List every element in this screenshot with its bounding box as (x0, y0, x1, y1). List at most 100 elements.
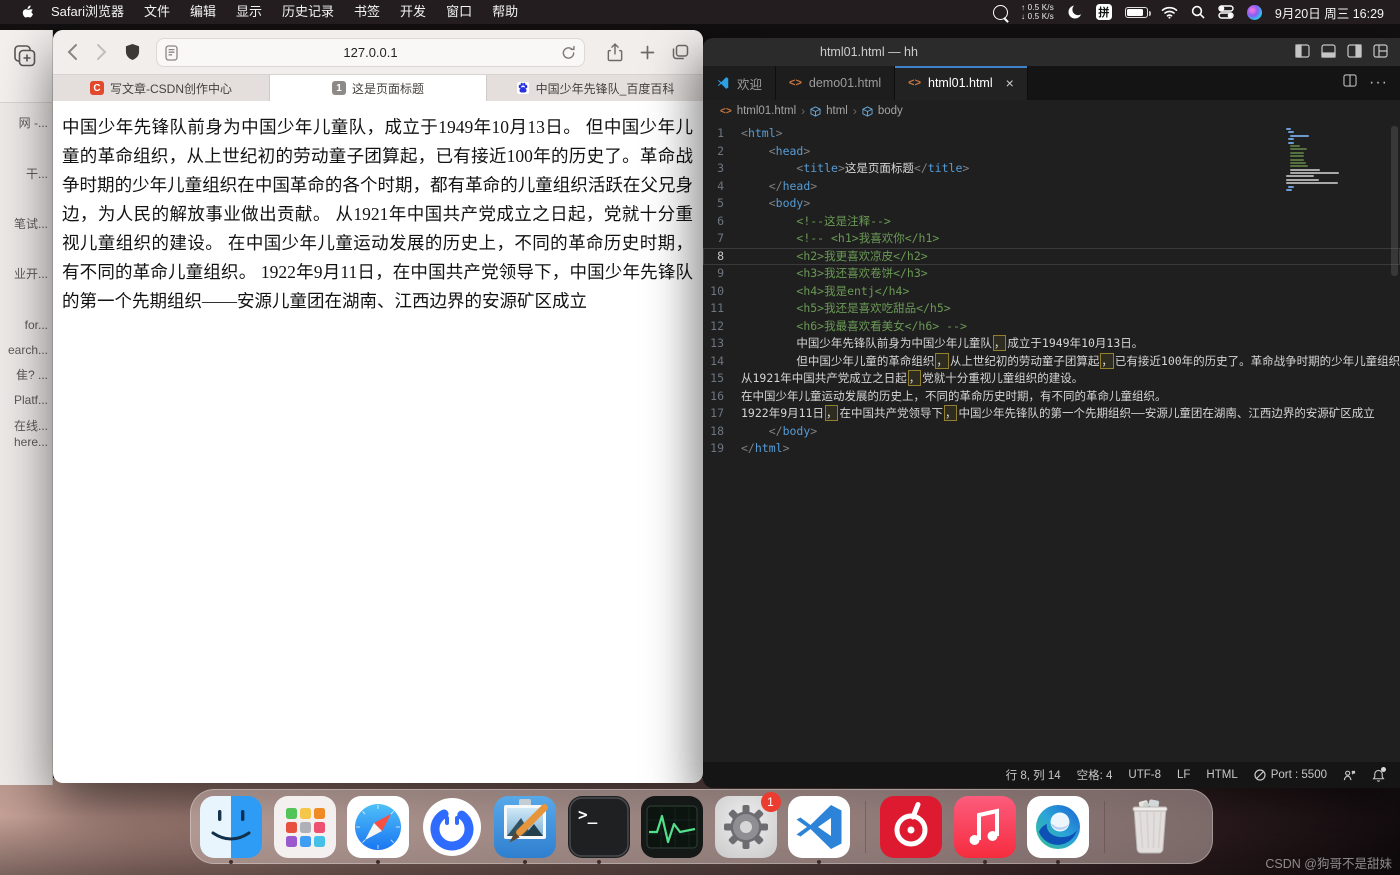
code-line[interactable]: 16 在中国少年儿童运动发展的历史上，不同的革命历史时期，有不同的革命儿童组织。 (703, 388, 1400, 406)
network-speed[interactable]: ↑ 0.5 K/s ↓ 0.5 K/s (1021, 3, 1054, 21)
code-line[interactable]: 10 <h4>我是entj</h4> (703, 283, 1400, 301)
siri-icon[interactable] (1246, 4, 1262, 20)
close-tab-icon[interactable]: × (1006, 75, 1014, 91)
code-line[interactable]: 9 <h3>我还喜欢卷饼</h3> (703, 265, 1400, 283)
share-icon[interactable] (607, 42, 623, 62)
tab-csdn[interactable]: C 写文章-CSDN创作中心 (53, 75, 270, 101)
background-list-item[interactable]: Platf... (14, 392, 48, 408)
background-list-item[interactable]: earch... (8, 342, 48, 358)
menu-bar-clock[interactable]: 9月20日 周三 16:29 (1275, 3, 1384, 22)
tab-overview-icon[interactable] (672, 43, 689, 62)
battery-icon[interactable] (1124, 6, 1151, 18)
line-number: 12 (710, 318, 724, 333)
code-line[interactable]: 14 但中国少年儿童的革命组织，从上世纪初的劳动童子团算起，已有接近100年的历… (703, 352, 1400, 371)
menu-item[interactable]: 帮助 (482, 0, 528, 24)
back-button[interactable] (67, 43, 78, 61)
input-method-icon[interactable]: 拼 (1095, 4, 1112, 20)
new-tab-group-icon[interactable] (12, 43, 38, 74)
menu-item[interactable]: 历史记录 (272, 0, 344, 24)
vscode-title-bar[interactable]: html01.html — hh (703, 38, 1400, 66)
breadcrumb-file[interactable]: html01.html (737, 105, 796, 117)
apple-menu-icon[interactable] (20, 4, 35, 20)
encoding-setting[interactable]: UTF-8 (1128, 769, 1161, 781)
live-server-port[interactable]: Port : 5500 (1254, 769, 1327, 781)
toggle-secondary-sidebar-icon[interactable] (1347, 43, 1362, 61)
breadcrumb-html[interactable]: html (826, 105, 848, 117)
menu-item[interactable]: 编辑 (180, 0, 226, 24)
menu-item[interactable]: 文件 (134, 0, 180, 24)
background-list-item[interactable]: here... (14, 434, 48, 450)
background-list-item[interactable]: for... (25, 317, 48, 333)
code-line[interactable]: 18 </body> (703, 423, 1400, 441)
code-line[interactable]: 12 <h6>我最喜欢看美女</h6> --> (703, 318, 1400, 336)
background-list-item[interactable]: 笔试... (14, 216, 48, 232)
background-list-item[interactable]: 干... (26, 166, 48, 182)
dock-edge-icon[interactable] (1027, 795, 1089, 864)
code-line[interactable]: 17 1922年9月11日，在中国共产党领导下，中国少年先锋队的第一个先期组织——… (703, 405, 1400, 423)
menu-item[interactable]: 显示 (226, 0, 272, 24)
customize-layout-icon[interactable] (1373, 43, 1388, 61)
dock-netease-music-icon[interactable] (880, 795, 942, 858)
code-editor[interactable]: 1 <html> 2 <head> 3 <title>这是页面标题</title> 4 … (703, 122, 1400, 762)
url-text: 127.0.0.1 (343, 44, 398, 60)
dock-terminal-icon[interactable]: >_ (567, 795, 630, 864)
dock-chat-app-icon[interactable] (421, 796, 483, 858)
indentation-setting[interactable]: 空格: 4 (1077, 767, 1113, 783)
focus-moon-icon[interactable] (1067, 4, 1083, 20)
language-mode[interactable]: HTML (1206, 769, 1237, 781)
tab-html01[interactable]: <> html01.html × (895, 66, 1028, 100)
toggle-sidebar-icon[interactable] (1295, 43, 1310, 61)
dock-apple-music-icon[interactable] (953, 795, 1016, 864)
dock-activity-monitor-icon[interactable] (641, 795, 703, 858)
dock-system-settings-icon[interactable]: 1 (714, 791, 781, 858)
menu-item[interactable]: Safari浏览器 (41, 0, 134, 24)
tab-page-title[interactable]: 1 这是页面标题 (270, 75, 487, 101)
editor-scrollbar[interactable] (1391, 126, 1398, 276)
code-line[interactable]: 15 从1921年中国共产党成立之日起，党就十分重视儿童组织的建设。 (703, 370, 1400, 388)
background-list-item[interactable]: 业开... (14, 266, 48, 282)
background-list-item[interactable]: 网 -... (19, 115, 48, 131)
feedback-icon[interactable] (1343, 769, 1356, 782)
tab-baidu-baike[interactable]: 中国少年先锋队_百度百科 (487, 75, 703, 101)
minimap[interactable] (1286, 128, 1348, 192)
article-paragraph: 中国少年先锋队前身为中国少年儿童队，成立于1949年10月13日。 但中国少年儿… (62, 117, 693, 311)
tab-demo01[interactable]: <> demo01.html (776, 66, 896, 100)
menu-item[interactable]: 窗口 (436, 0, 482, 24)
code-line[interactable]: 13 中国少年先锋队前身为中国少年儿童队，成立于1949年10月13日。 (703, 335, 1400, 353)
code-line[interactable]: 19 </html> (703, 440, 1400, 458)
reload-icon[interactable] (561, 45, 576, 66)
code-line[interactable]: 7 <!-- <h1>我喜欢你</h1> (703, 230, 1400, 248)
tab-welcome[interactable]: 欢迎 (703, 66, 777, 100)
circle-q-app-icon[interactable] (992, 4, 1009, 23)
split-editor-icon[interactable] (1343, 74, 1357, 92)
code-line[interactable]: 5 <body> (703, 195, 1400, 213)
background-list-item[interactable]: 在线... (14, 418, 48, 434)
spotlight-search-icon[interactable] (1191, 5, 1205, 19)
breadcrumb-body[interactable]: body (878, 105, 903, 117)
symbol-cube-icon (810, 105, 821, 117)
menu-item[interactable]: 开发 (390, 0, 436, 24)
dock-safari-icon[interactable] (347, 795, 409, 864)
address-bar[interactable]: 127.0.0.1 (156, 37, 585, 67)
control-center-icon[interactable] (1218, 5, 1234, 19)
dock-trash-icon[interactable] (1119, 796, 1181, 858)
toggle-panel-icon[interactable] (1321, 43, 1336, 61)
wifi-icon[interactable] (1161, 6, 1178, 19)
new-tab-icon[interactable] (640, 43, 655, 62)
dock-screenshot-editor-icon[interactable] (494, 795, 556, 864)
code-line[interactable]: 11 <h5>我还是喜欢吃甜品</h5> (703, 300, 1400, 318)
dock-launchpad-icon[interactable] (273, 795, 336, 858)
eol-setting[interactable]: LF (1177, 769, 1190, 781)
cursor-position[interactable]: 行 8, 列 14 (1006, 767, 1061, 783)
forward-button[interactable] (96, 43, 107, 61)
notifications-bell-icon[interactable] (1372, 766, 1386, 782)
code-line[interactable]: 6 <!--这是注释--> (703, 213, 1400, 231)
menu-item[interactable]: 书签 (344, 0, 390, 24)
code-line[interactable]: 8 <h2>我更喜欢凉皮</h2> (703, 247, 1400, 265)
reader-icon[interactable] (165, 44, 178, 66)
more-actions-icon[interactable]: ··· (1369, 74, 1388, 92)
privacy-shield-icon[interactable] (125, 43, 140, 61)
background-list-item[interactable]: 隹? ... (16, 367, 48, 383)
dock-vscode-icon[interactable] (788, 795, 850, 864)
dock-finder-icon[interactable] (200, 795, 262, 864)
